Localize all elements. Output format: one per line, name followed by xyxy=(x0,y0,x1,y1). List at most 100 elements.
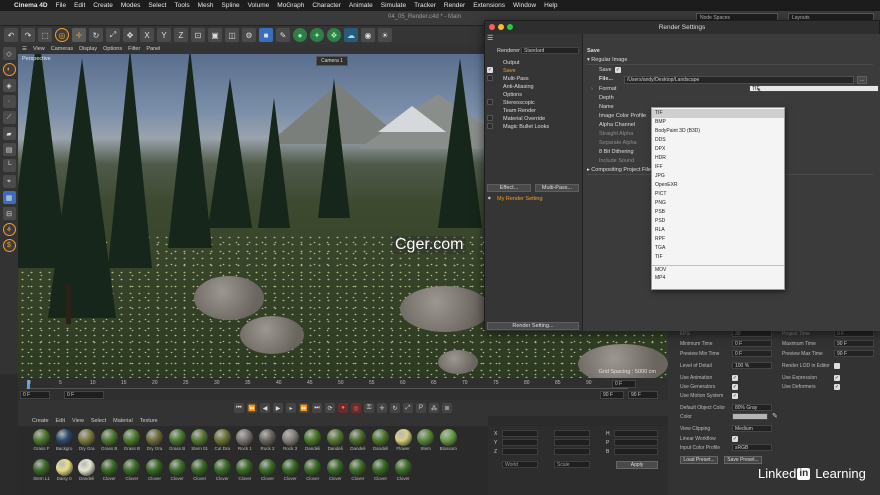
menu-tracker[interactable]: Tracker xyxy=(414,2,436,9)
preview-max-field[interactable]: 90 F xyxy=(834,350,874,357)
model-mode-icon[interactable]: ◇ xyxy=(2,47,16,60)
workplane-icon[interactable]: ◈ xyxy=(2,79,16,92)
menu-mesh[interactable]: Mesh xyxy=(198,2,214,9)
menu-modes[interactable]: Modes xyxy=(121,2,141,9)
viewport-menu-panel[interactable]: Panel xyxy=(146,46,160,52)
start-frame-field[interactable]: 0 F xyxy=(20,391,50,399)
regular-image-section[interactable]: ▾ Regular Image xyxy=(587,57,873,65)
menu-file[interactable]: File xyxy=(56,2,66,9)
material-swatch[interactable]: Clover xyxy=(303,459,322,481)
format-option-psd[interactable]: PSD xyxy=(652,217,784,226)
viewport-menu-cameras[interactable]: Cameras xyxy=(51,46,73,52)
end-frame-field[interactable]: 90 F xyxy=(600,391,624,399)
multipass-checkbox[interactable] xyxy=(487,75,493,81)
record-key-icon[interactable]: ● xyxy=(338,403,348,413)
viewport-menu-view[interactable]: View xyxy=(33,46,45,52)
viewport-options-icon[interactable]: ☰ xyxy=(22,46,27,52)
material-override-checkbox[interactable] xyxy=(487,115,493,121)
format-expand-icon[interactable]: › xyxy=(591,86,593,92)
material-swatch[interactable]: Clover xyxy=(100,459,119,481)
menu-icon[interactable]: ☰ xyxy=(487,34,493,42)
save-preset-button[interactable]: Save Preset... xyxy=(724,456,762,464)
menu-extensions[interactable]: Extensions xyxy=(473,2,505,9)
magic-bullet-checkbox[interactable] xyxy=(487,123,493,129)
soft-select-icon[interactable]: $ xyxy=(2,239,16,252)
format-option-jpg[interactable]: JPG xyxy=(652,172,784,181)
color-swatch[interactable] xyxy=(732,413,768,420)
material-menu-edit[interactable]: Edit xyxy=(56,418,65,424)
use-expression-checkbox[interactable]: ✓ xyxy=(834,375,840,381)
keyframe-selection-icon[interactable]: ⚿ xyxy=(364,403,374,413)
use-deformers-checkbox[interactable]: ✓ xyxy=(834,384,840,390)
menu-create[interactable]: Create xyxy=(93,2,113,9)
save-enable-checkbox[interactable]: ✓ xyxy=(487,67,493,73)
material-swatch[interactable]: Clover xyxy=(235,459,254,481)
material-swatch[interactable]: Dandeli xyxy=(326,429,345,451)
pos-x-field[interactable] xyxy=(502,430,538,437)
material-swatch[interactable]: Stem xyxy=(416,429,435,451)
menu-character[interactable]: Character xyxy=(312,2,341,9)
menu-mograph[interactable]: MoGraph xyxy=(277,2,304,9)
effect-button[interactable]: Effect... xyxy=(487,184,531,192)
y-axis-icon[interactable]: Y xyxy=(157,28,171,42)
close-icon[interactable] xyxy=(489,24,495,30)
file-path-field[interactable]: /Users/andy/Desktop/Landscape xyxy=(624,76,854,84)
axis-mode-icon[interactable]: └ xyxy=(2,159,16,172)
light-icon[interactable]: ☀ xyxy=(378,28,392,42)
sidebar-item-antialiasing[interactable]: Anti-Aliasing xyxy=(503,84,534,90)
save-checkbox[interactable]: ✓ xyxy=(615,67,621,73)
material-swatch[interactable]: Backgro xyxy=(55,429,74,451)
material-swatch[interactable]: Clover xyxy=(213,459,232,481)
deformer-icon[interactable]: ❖ xyxy=(327,28,341,42)
format-option-openexr[interactable]: OpenEXR xyxy=(652,181,784,190)
min-time-field[interactable]: 0 F xyxy=(732,340,772,347)
max-time-field[interactable]: 90 F xyxy=(834,340,874,347)
sidebar-item-stereoscopic[interactable]: Stereoscopic xyxy=(503,100,535,106)
material-swatch[interactable]: Dry Gra xyxy=(77,429,96,451)
menu-simulate[interactable]: Simulate xyxy=(381,2,406,9)
material-menu-select[interactable]: Select xyxy=(91,418,106,424)
camera-icon[interactable]: ◉ xyxy=(361,28,375,42)
material-swatch[interactable]: Clover xyxy=(348,459,367,481)
material-swatch[interactable]: Daisy 0 xyxy=(55,459,74,481)
menu-edit[interactable]: Edit xyxy=(74,2,85,9)
move-icon[interactable]: ✛ xyxy=(72,28,86,42)
current-frame-field[interactable]: 0 F xyxy=(612,380,636,388)
undo-icon[interactable]: ↶ xyxy=(4,28,18,42)
default-color-dropdown[interactable]: 80% Gray xyxy=(732,404,772,411)
material-swatch[interactable]: Grass B xyxy=(168,429,187,451)
menu-tools[interactable]: Tools xyxy=(174,2,189,9)
material-swatch[interactable]: Rock 2 xyxy=(258,429,277,451)
sidebar-item-save[interactable]: Save xyxy=(503,68,516,74)
render-settings-icon[interactable]: ⚙ xyxy=(242,28,256,42)
material-swatch[interactable]: Grass B xyxy=(100,429,119,451)
menu-volume[interactable]: Volume xyxy=(248,2,270,9)
coord-mode-dropdown[interactable]: Scale xyxy=(554,461,590,468)
select-icon[interactable]: ⬚ xyxy=(38,28,52,42)
format-option-bmp[interactable]: BMP xyxy=(652,118,784,127)
sidebar-item-material-override[interactable]: Material Override xyxy=(503,116,545,122)
workplane-grid-icon[interactable]: ▦ xyxy=(2,191,16,204)
browse-button[interactable]: … xyxy=(857,76,867,84)
material-swatch[interactable]: Dandeli xyxy=(371,429,390,451)
scale-z-field[interactable] xyxy=(554,448,590,455)
material-swatch[interactable]: Stem 01 xyxy=(190,429,209,451)
pen-icon[interactable]: ✎ xyxy=(276,28,290,42)
prev-key-icon[interactable]: ⏪ xyxy=(247,403,257,413)
zoom-icon[interactable] xyxy=(507,24,513,30)
material-swatch[interactable]: Clover xyxy=(281,459,300,481)
play-icon[interactable]: ▶ xyxy=(273,403,283,413)
motion-icon[interactable]: ≣ xyxy=(442,403,452,413)
viewport-menu-options[interactable]: Options xyxy=(103,46,122,52)
scale-x-field[interactable] xyxy=(554,430,590,437)
transform-icon[interactable]: ✥ xyxy=(123,28,137,42)
menu-app[interactable]: Cinema 4D xyxy=(14,2,48,9)
viewport-menu-display[interactable]: Display xyxy=(79,46,97,52)
menu-window[interactable]: Window xyxy=(513,2,536,9)
polygons-mode-icon[interactable]: ▰ xyxy=(2,127,16,140)
render-setting-item[interactable]: My Render Setting xyxy=(497,196,543,202)
apply-button[interactable]: Apply xyxy=(616,461,658,469)
timeline[interactable]: 0 5 10 15 20 25 30 35 40 45 50 55 60 65 … xyxy=(18,378,668,400)
material-menu-create[interactable]: Create xyxy=(32,418,49,424)
stereoscopic-checkbox[interactable] xyxy=(487,99,493,105)
